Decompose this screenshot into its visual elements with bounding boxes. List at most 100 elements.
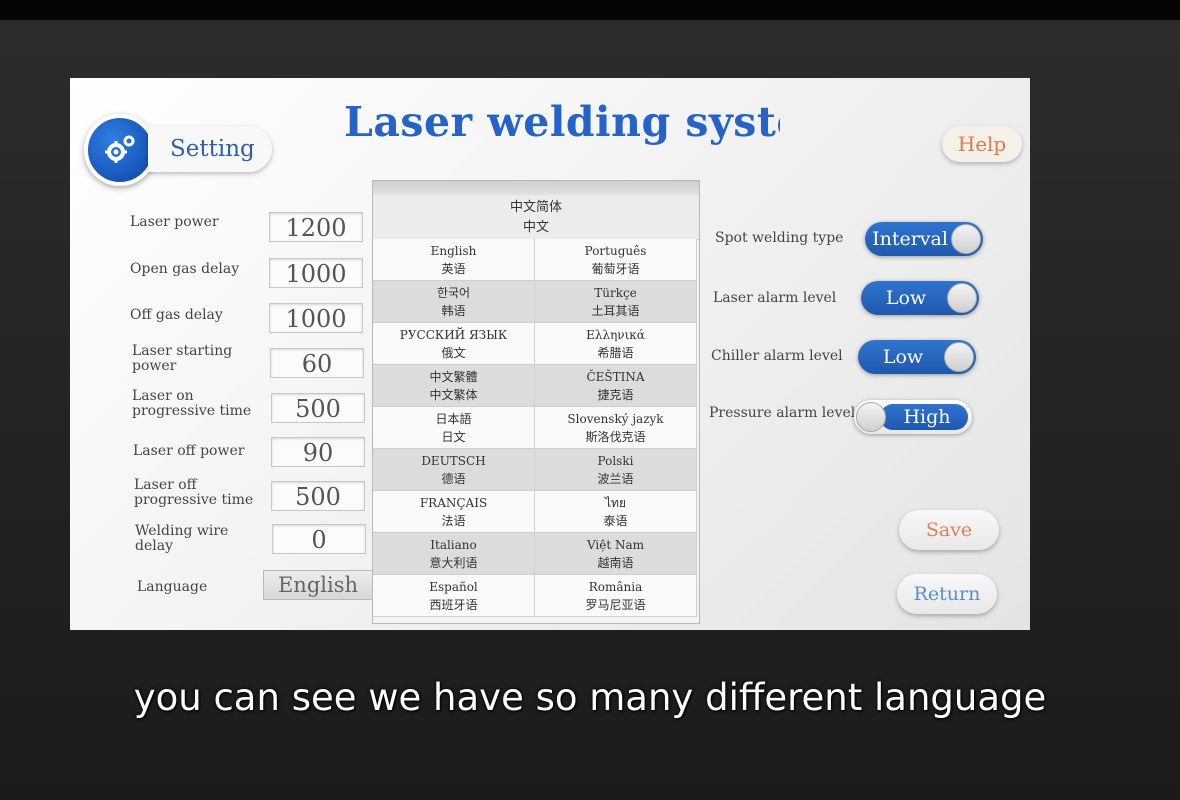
language-option-native: 德语 bbox=[441, 472, 466, 486]
language-option-native: 法语 bbox=[441, 514, 466, 528]
laser-power-label: Laser power bbox=[130, 214, 219, 230]
off-gas-delay-input[interactable]: 1000 bbox=[269, 303, 363, 333]
laser-alarm-level-toggle[interactable]: Low bbox=[861, 281, 979, 315]
language-row: DEUTSCH 德语 Polski 波兰语 bbox=[373, 449, 699, 491]
return-button[interactable]: Return bbox=[897, 574, 997, 614]
language-list-header bbox=[373, 181, 699, 195]
language-option-simplified-chinese[interactable]: 中文简体 中文 bbox=[373, 195, 699, 240]
language-option-name: 中文繁體 bbox=[429, 370, 478, 384]
language-option-name: 中文简体 bbox=[509, 200, 562, 215]
laser-off-power-input[interactable]: 90 bbox=[271, 437, 365, 467]
language-option-name: România bbox=[588, 580, 643, 594]
laser-alarm-level-label: Laser alarm level bbox=[713, 290, 837, 306]
language-option-portuguese[interactable]: Português 葡萄牙语 bbox=[535, 239, 697, 281]
language-row: Español 西班牙语 România 罗马尼亚语 bbox=[373, 575, 699, 617]
welding-wire-delay-label: Welding wire delay bbox=[135, 523, 229, 554]
language-option-name: ČEŠTINA bbox=[586, 370, 645, 384]
language-option-french[interactable]: FRANÇAIS 法语 bbox=[373, 491, 535, 533]
language-option-native: 越南语 bbox=[597, 556, 634, 570]
language-option-native: 葡萄牙语 bbox=[591, 262, 640, 276]
language-option-turkish[interactable]: Türkçe 土耳其语 bbox=[535, 281, 697, 323]
off-gas-delay-label: Off gas delay bbox=[130, 307, 223, 323]
laser-on-progressive-time-label: Laser on progressive time bbox=[132, 388, 252, 419]
language-option-name: DEUTSCH bbox=[421, 454, 486, 468]
toggle-knob bbox=[951, 224, 981, 254]
language-option-native: 捷克语 bbox=[597, 388, 634, 402]
language-option-native: 斯洛伐克语 bbox=[585, 430, 646, 444]
laser-off-power-label: Laser off power bbox=[133, 443, 245, 459]
language-option-thai[interactable]: ไทย 泰语 bbox=[535, 491, 697, 533]
language-option-native: 西班牙语 bbox=[429, 598, 478, 612]
video-subtitle: you can see we have so many different la… bbox=[133, 676, 1047, 719]
setting-tab[interactable]: Setting bbox=[148, 126, 272, 172]
language-option-name: English bbox=[430, 244, 477, 258]
language-option-italian[interactable]: Italiano 意大利语 bbox=[373, 533, 535, 575]
language-option-romanian[interactable]: România 罗马尼亚语 bbox=[535, 575, 697, 617]
language-option-traditional-chinese[interactable]: 中文繁體 中文繁体 bbox=[373, 365, 535, 407]
language-option-name: Türkçe bbox=[594, 286, 637, 300]
language-option-polish[interactable]: Polski 波兰语 bbox=[535, 449, 697, 491]
language-select[interactable]: English bbox=[263, 570, 373, 600]
language-option-greek[interactable]: Ελληνικά 希腊语 bbox=[535, 323, 697, 365]
language-row: 한국어 韩语 Türkçe 土耳其语 bbox=[373, 281, 699, 323]
language-option-native: 波兰语 bbox=[597, 472, 634, 486]
laser-on-progressive-time-input[interactable]: 500 bbox=[271, 393, 365, 423]
language-option-native: 日文 bbox=[441, 430, 466, 444]
laser-power-input[interactable]: 1200 bbox=[269, 212, 363, 242]
laser-off-progressive-time-label: Laser off progressive time bbox=[134, 477, 254, 508]
language-option-native: 罗马尼亚语 bbox=[585, 598, 646, 612]
open-gas-delay-input[interactable]: 1000 bbox=[269, 258, 363, 288]
language-option-name: 한국어 bbox=[436, 286, 471, 300]
welding-wire-delay-input[interactable]: 0 bbox=[272, 524, 366, 554]
language-option-german[interactable]: DEUTSCH 德语 bbox=[373, 449, 535, 491]
chiller-alarm-level-toggle[interactable]: Low bbox=[858, 340, 976, 374]
open-gas-delay-label: Open gas delay bbox=[130, 261, 240, 277]
laser-off-progressive-time-input[interactable]: 500 bbox=[271, 481, 365, 511]
language-option-slovak[interactable]: Slovenský jazyk 斯洛伐克语 bbox=[535, 407, 697, 449]
help-button[interactable]: Help bbox=[942, 126, 1022, 162]
language-label: Language bbox=[137, 579, 208, 595]
language-option-name: Español bbox=[429, 580, 478, 594]
language-option-native: 中文 bbox=[522, 220, 549, 235]
language-row: Italiano 意大利语 Việt Nam 越南语 bbox=[373, 533, 699, 575]
pressure-alarm-level-toggle[interactable]: High bbox=[854, 400, 972, 434]
laser-starting-power-input[interactable]: 60 bbox=[270, 348, 364, 378]
language-grid: English 英语 Português 葡萄牙语 한국어 韩语 Türkçe 土耳其语… bbox=[373, 239, 699, 617]
language-option-vietnamese[interactable]: Việt Nam 越南语 bbox=[535, 533, 697, 575]
language-option-russian[interactable]: РУССКИЙ ЯЗЫК 俄文 bbox=[373, 323, 535, 365]
toggle-knob bbox=[947, 283, 977, 313]
language-row: РУССКИЙ ЯЗЫК 俄文 Ελληνικά 希腊语 bbox=[373, 323, 699, 365]
language-option-korean[interactable]: 한국어 韩语 bbox=[373, 281, 535, 323]
language-option-spanish[interactable]: Español 西班牙语 bbox=[373, 575, 535, 617]
toggle-value: Interval bbox=[872, 228, 948, 250]
language-option-native: 中文繁体 bbox=[429, 388, 478, 402]
language-row: FRANÇAIS 法语 ไทย 泰语 bbox=[373, 491, 699, 533]
language-option-name: Ελληνικά bbox=[586, 328, 645, 342]
language-option-name: ไทย bbox=[605, 496, 626, 510]
laser-starting-power-label: Laser starting power bbox=[132, 343, 233, 374]
language-option-name: РУССКИЙ ЯЗЫК bbox=[399, 328, 508, 342]
toggle-value: Low bbox=[885, 287, 927, 309]
touch-screen: Setting Laser welding system Help Laser … bbox=[70, 78, 1030, 630]
language-option-native: 英语 bbox=[441, 262, 466, 276]
settings-gear-button[interactable] bbox=[84, 114, 156, 186]
video-top-bar bbox=[0, 0, 1180, 20]
pressure-alarm-level-label: Pressure alarm level bbox=[709, 405, 856, 421]
language-option-name: Slovenský jazyk bbox=[567, 412, 664, 426]
language-option-name: 日本語 bbox=[435, 412, 472, 426]
language-option-japanese[interactable]: 日本語 日文 bbox=[373, 407, 535, 449]
gear-icon bbox=[105, 135, 135, 163]
language-option-native: 韩语 bbox=[441, 304, 466, 318]
language-option-native: 意大利语 bbox=[429, 556, 478, 570]
language-list: 中文简体 中文 English 英语 Português 葡萄牙语 한국어 韩语 Tü… bbox=[372, 180, 700, 624]
language-option-czech[interactable]: ČEŠTINA 捷克语 bbox=[535, 365, 697, 407]
language-option-name: FRANÇAIS bbox=[419, 496, 488, 510]
save-button[interactable]: Save bbox=[899, 510, 999, 550]
toggle-knob bbox=[856, 402, 886, 432]
chiller-alarm-level-label: Chiller alarm level bbox=[711, 348, 843, 364]
language-option-english[interactable]: English 英语 bbox=[373, 239, 535, 281]
language-row: 日本語日文 Slovenský jazyk 斯洛伐克语 bbox=[373, 407, 699, 449]
spot-welding-type-toggle[interactable]: Interval bbox=[865, 222, 983, 256]
spot-welding-type-label: Spot welding type bbox=[715, 230, 844, 246]
toggle-value: High bbox=[903, 406, 951, 428]
